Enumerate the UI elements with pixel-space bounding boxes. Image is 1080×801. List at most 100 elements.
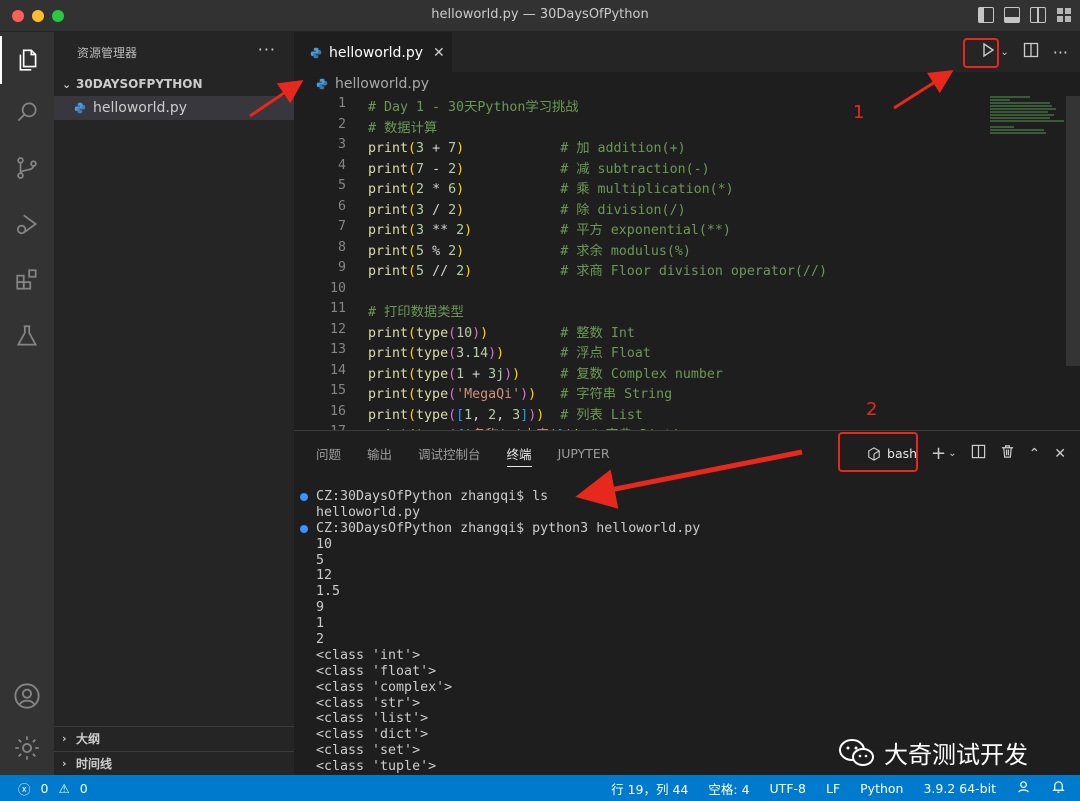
terminal-line: 1.5 [316, 584, 1056, 600]
cursor-position[interactable]: 行 19，列 44 [611, 779, 688, 798]
line-content: # 打印数据类型 [368, 305, 464, 320]
breadcrumb[interactable]: helloworld.py [294, 72, 1080, 96]
indentation[interactable]: 空格: 4 [708, 779, 749, 798]
line-content [346, 281, 368, 302]
line-number: 15 [329, 383, 346, 398]
line-content: # Day 1 - 30天Python学习挑战 [368, 100, 579, 115]
line-number: 13 [329, 342, 346, 357]
account-icon[interactable] [0, 672, 54, 720]
tab-terminal[interactable]: 终端 [506, 431, 532, 475]
line-content: print(2 * 6) # 乘 multiplication(*) [368, 182, 734, 197]
line-number: 5 [337, 178, 346, 193]
terminal-line: helloworld.py [316, 505, 1056, 521]
code-line[interactable]: 12 print(type(10)) # 整数 Int [294, 322, 974, 343]
code-line[interactable]: 7 print(3 ** 2) # 平方 exponential(**) [294, 219, 974, 240]
command-decoration-dot-icon[interactable] [300, 493, 308, 501]
tab-debug-console[interactable]: 调试控制台 [418, 431, 481, 475]
explorer-icon[interactable] [0, 36, 54, 84]
language-mode[interactable]: Python [860, 781, 903, 796]
close-panel-icon[interactable]: ✕ [1054, 446, 1066, 462]
outline-section[interactable]: › 大纲 [54, 726, 294, 750]
python-file-icon [310, 47, 322, 58]
chevron-right-icon: › [62, 732, 67, 745]
code-line[interactable]: 8 print(5 % 2) # 求余 modulus(%) [294, 240, 974, 261]
terminal-line-text: <class 'str'> [316, 695, 421, 711]
file-helloworld[interactable]: helloworld.py [54, 96, 294, 120]
terminal-dropdown-chevron-icon[interactable]: ⌄ [948, 448, 956, 459]
more-actions-icon[interactable]: ··· [258, 40, 276, 59]
split-editor-icon[interactable] [1023, 42, 1039, 62]
breadcrumb-file: helloworld.py [335, 76, 430, 92]
code-line[interactable]: 6 print(3 / 2) # 除 division(/) [294, 199, 974, 220]
terminal-line-text: <class 'complex'> [316, 679, 453, 695]
terminal-line-text: 1 [316, 616, 325, 632]
more-editor-actions-icon[interactable]: ··· [1053, 43, 1068, 62]
line-content: print(3 ** 2) # 平方 exponential(**) [368, 223, 731, 238]
end-of-line[interactable]: LF [826, 781, 840, 796]
tab-helloworld[interactable]: helloworld.py ✕ [294, 32, 452, 72]
timeline-label: 时间线 [76, 757, 113, 771]
editor-scrollbar[interactable] [1066, 96, 1080, 366]
python-interpreter[interactable]: 3.9.2 64-bit [923, 781, 996, 796]
encoding[interactable]: UTF-8 [770, 781, 806, 796]
code-line[interactable]: 9 print(5 // 2) # 求商 Floor division opera… [294, 260, 974, 281]
run-debug-icon[interactable] [0, 200, 54, 248]
code-line[interactable]: 14 print(type(1 + 3j)) # 复数 Complex numbe… [294, 363, 974, 384]
toggle-panel-icon[interactable] [1004, 7, 1020, 23]
customize-layout-icon[interactable] [1056, 7, 1072, 23]
terminal-line-text: 2 [316, 632, 325, 648]
line-content: print(type(1 + 3j)) # 复数 Complex number [368, 366, 723, 382]
line-number: 3 [337, 137, 346, 152]
line-content: # 数据计算 [368, 120, 438, 136]
extensions-icon[interactable] [0, 256, 54, 304]
outline-label: 大纲 [76, 732, 101, 746]
tab-problems[interactable]: 问题 [316, 431, 341, 475]
split-terminal-icon[interactable] [971, 444, 986, 463]
settings-gear-icon[interactable] [0, 724, 54, 772]
run-dropdown-chevron-icon[interactable]: ⌄ [1000, 47, 1008, 58]
watermark: 大奇测试开发 [838, 735, 1028, 770]
terminal-line: 2 [316, 632, 1056, 648]
terminal-line: <class 'str'> [316, 696, 1056, 712]
code-line[interactable]: 5 print(2 * 6) # 乘 multiplication(*) [294, 178, 974, 199]
terminal-line: <class 'float'> [316, 664, 1056, 680]
toggle-secondary-sidebar-icon[interactable] [1030, 7, 1046, 23]
search-icon[interactable] [0, 88, 54, 136]
file-label: helloworld.py [93, 100, 188, 116]
terminal-line: <class 'complex'> [316, 680, 1056, 696]
testing-flask-icon[interactable] [0, 312, 54, 360]
line-number: 10 [329, 280, 346, 296]
feedback-icon[interactable] [1016, 779, 1031, 797]
minimap[interactable] [990, 96, 1066, 146]
code-editor[interactable]: 1 # Day 1 - 30天Python学习挑战 2 # 数据计算 3 print(3 … [294, 96, 974, 430]
terminal-line-text: <class 'tuple'> [316, 759, 437, 775]
kill-terminal-trash-icon[interactable] [1000, 444, 1015, 463]
command-decoration-dot-icon[interactable] [300, 524, 308, 533]
folder-30daysofpython[interactable]: ⌄ 30DAYSOFPYTHON [54, 72, 294, 96]
terminal-output[interactable]: CZ:30DaysOfPython zhangqi$ ls helloworld.… [300, 489, 1056, 775]
chevron-down-icon: ⌄ [62, 77, 72, 91]
timeline-section[interactable]: › 时间线 [54, 751, 294, 775]
code-line[interactable]: 11 # 打印数据类型 [294, 301, 974, 322]
problems-indicator[interactable]: ⓧ 0 ⚠ 0 [0, 779, 88, 798]
line-content: print(3 + 7) # 加 addition(+) [368, 141, 686, 156]
terminal-line-text: CZ:30DaysOfPython zhangqi$ python3 hello… [316, 520, 701, 536]
source-control-icon[interactable] [0, 144, 54, 192]
maximize-panel-chevron-up-icon[interactable]: ⌃ [1029, 446, 1041, 462]
notifications-bell-icon[interactable] [1051, 779, 1066, 797]
terminal-line-text: 1.5 [316, 584, 341, 600]
toggle-sidebar-icon[interactable] [978, 7, 994, 23]
tab-output[interactable]: 输出 [367, 431, 392, 475]
code-line[interactable]: 10 [294, 281, 974, 302]
line-number: 7 [337, 219, 346, 234]
tab-jupyter[interactable]: JUPYTER [558, 431, 610, 475]
code-line[interactable]: 2 # 数据计算 [294, 117, 974, 138]
terminal-line-text: <class 'list'> [316, 711, 429, 727]
code-line[interactable]: 13 print(type(3.14)) # 浮点 Float [294, 342, 974, 363]
code-line[interactable]: 4 print(7 - 2) # 减 subtraction(-) [294, 158, 974, 179]
code-line[interactable]: 1 # Day 1 - 30天Python学习挑战 [294, 96, 974, 117]
code-line[interactable]: 3 print(3 + 7) # 加 addition(+) [294, 137, 974, 158]
new-terminal-plus-icon[interactable]: + [931, 443, 946, 464]
terminal-line: 10 [316, 537, 1056, 553]
close-tab-icon[interactable]: ✕ [433, 45, 445, 61]
